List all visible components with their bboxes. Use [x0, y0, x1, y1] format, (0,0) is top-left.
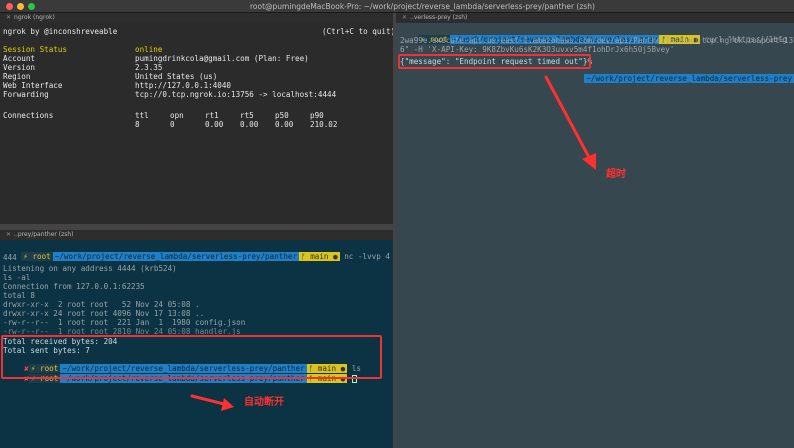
- disconnect-highlight-box: [1, 335, 382, 379]
- bolt-icon: ⚡: [23, 252, 28, 262]
- timeout-arrow-icon: [544, 75, 596, 170]
- nc-pane-tab[interactable]: ✕ ..prey/panther (zsh): [0, 230, 393, 240]
- nc-output-line: ls -al: [3, 273, 31, 282]
- ngrok-header-right: (Ctrl+C to quit): [322, 27, 393, 36]
- prompt-dir-segment: ~/work/project/reverse_lambda/serverless…: [52, 252, 300, 262]
- curl-command-wrap-1: 2wa99e.execute-api.us-east-1.amazonaws.c…: [400, 36, 794, 45]
- region-value: United States (us): [135, 72, 218, 81]
- horizontal-pane-divider[interactable]: [0, 224, 393, 230]
- ngrok-pane[interactable]: ✕ ngrok (ngrok) ngrok by @inconshreveable…: [0, 13, 393, 224]
- window-title: root@pumingdeMacBook-Pro: ~/work/project…: [250, 2, 595, 11]
- version-value: 2.3.35: [135, 63, 163, 72]
- account-value: pumingdrinkcola@gmail.com (Plan: Free): [135, 54, 309, 63]
- forwarding-value: tcp://0.tcp.ngrok.io:13756 -> localhost:…: [135, 90, 337, 99]
- conn-header-rt5: rt5: [240, 111, 254, 120]
- nc-output-line: drwxr-xr-x 24 root root 4096 Nov 17 13:0…: [3, 309, 205, 318]
- prompt-user-segment: ⚡ root: [21, 252, 53, 262]
- region-label: Region: [3, 72, 31, 81]
- nc-output-line: -rw-r--r-- 1 root root 221 Jan 1 1980 co…: [3, 318, 246, 327]
- conn-value-rt1: 0.00: [205, 120, 224, 129]
- nc-output-line: Listening on any address 4444 (krb524): [3, 264, 177, 273]
- close-window-button[interactable]: [6, 3, 13, 10]
- minimize-window-button[interactable]: [17, 3, 24, 10]
- web-interface-label: Web Interface: [3, 81, 63, 90]
- disconnect-arrow-icon: [190, 394, 234, 411]
- forwarding-label: Forwarding: [3, 90, 49, 99]
- conn-value-opn: 0: [170, 120, 175, 129]
- prompt-git-segment: ᚠ main ●: [299, 252, 340, 262]
- status-value: online: [135, 45, 163, 54]
- maximize-window-button[interactable]: [28, 3, 35, 10]
- nc-pane[interactable]: ✕ ..prey/panther (zsh) ⚡ root ~/work/proje…: [0, 230, 393, 448]
- conn-header-p50: p50: [275, 111, 289, 120]
- ngrok-pane-tab[interactable]: ✕ ngrok (ngrok): [0, 13, 393, 23]
- ngrok-header-left: ngrok by @inconshreveable: [3, 27, 118, 36]
- conn-value-ttl: 8: [135, 120, 140, 129]
- nc-command: nc -lvvp 4: [344, 252, 390, 262]
- conn-header-rt1: rt1: [205, 111, 219, 120]
- curl-pane[interactable]: ✕ ..verless-prey (zsh) ⚡ root ~/work/proje…: [396, 13, 794, 448]
- nc-output-line: drwxr-xr-x 2 root root 52 Nov 24 05:08 .: [3, 300, 200, 309]
- git-branch-icon: ᚠ: [301, 252, 306, 262]
- nc-output-line: Connection from 127.0.0.1:62235: [3, 282, 145, 291]
- conn-value-rt5: 0.00: [240, 120, 259, 129]
- version-label: Version: [3, 63, 36, 72]
- close-pane-icon[interactable]: ✕: [402, 14, 407, 21]
- conn-header-p90: p90: [310, 111, 324, 120]
- timeout-annotation: 超时: [606, 169, 626, 180]
- status-label: Session Status: [3, 45, 68, 54]
- window-title-bar: root@pumingdeMacBook-Pro: ~/work/project…: [0, 0, 794, 13]
- account-label: Account: [3, 54, 36, 63]
- curl-command-wrap-2: 6" -H 'X-API-Key: 9K8ZbvKu6sK2K3O3uvxv5m…: [400, 45, 675, 54]
- conn-header-opn: opn: [170, 111, 184, 120]
- vertical-pane-divider[interactable]: [393, 13, 396, 448]
- conn-value-p50: 0.00: [275, 120, 294, 129]
- curl-pane-tab[interactable]: ✕ ..verless-prey (zsh): [396, 13, 794, 23]
- connections-label: Connections: [3, 111, 54, 120]
- nc-output-line: total 8: [3, 291, 36, 300]
- close-pane-icon[interactable]: ✕: [6, 231, 11, 238]
- nc-command-wrap: 444: [3, 253, 17, 262]
- timeout-highlight-box: [398, 54, 591, 69]
- prompt-dir-segment-2: ~/work/project/reverse_lambda/serverless…: [584, 74, 794, 84]
- disconnect-annotation: 自动断开: [244, 397, 284, 408]
- conn-header-ttl: ttl: [135, 111, 149, 120]
- web-interface-value: http://127.0.0.1:4040: [135, 81, 232, 90]
- close-pane-icon[interactable]: ✕: [6, 14, 11, 21]
- conn-value-p90: 210.02: [310, 120, 338, 129]
